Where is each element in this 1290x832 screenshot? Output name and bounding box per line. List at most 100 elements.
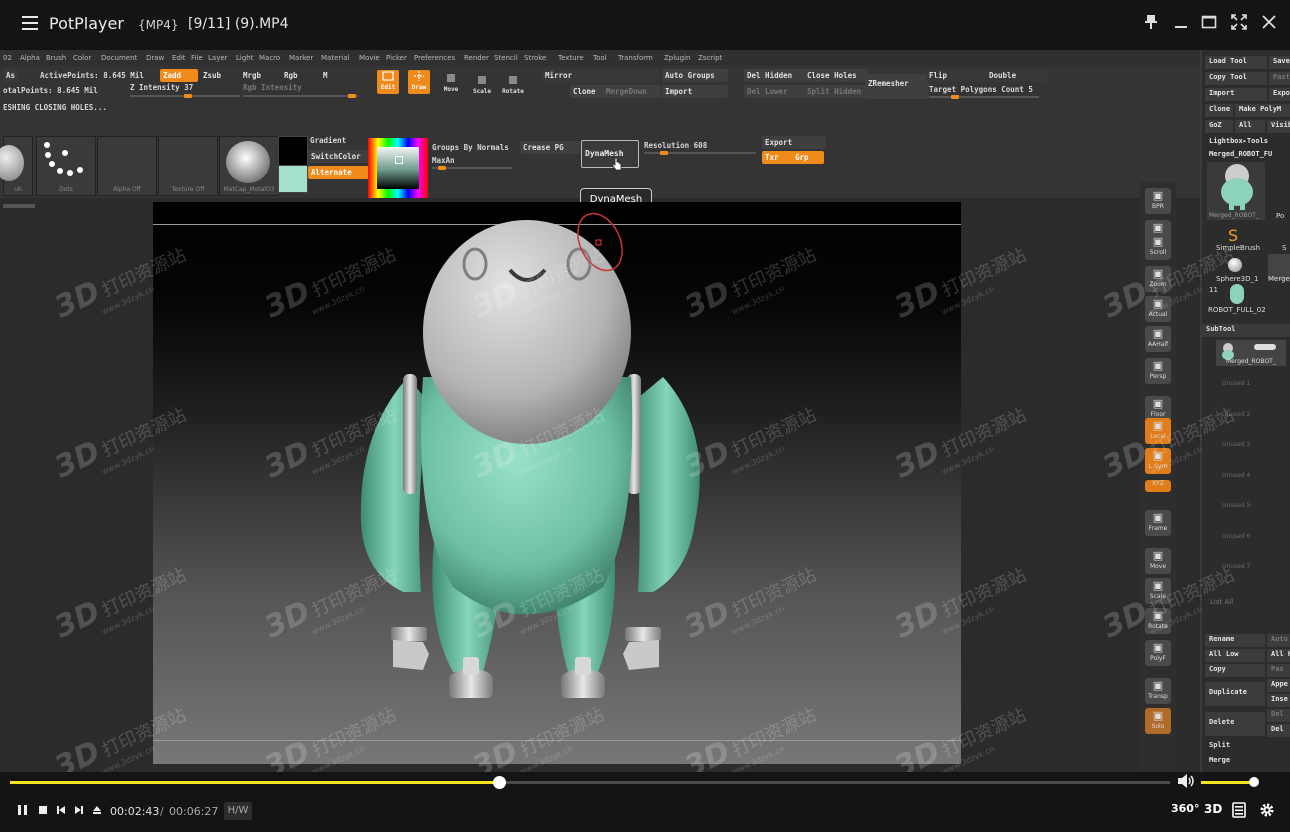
del-lower-button[interactable]: Del Lower (744, 85, 806, 98)
save-tool-button[interactable]: Save (1269, 56, 1290, 69)
playlist-icon[interactable] (1232, 802, 1246, 821)
move-mode-button[interactable]: Move (440, 72, 462, 96)
persp-button[interactable]: ▣ Persp (1145, 358, 1171, 384)
robot-tool-icon[interactable] (1230, 284, 1244, 304)
rename-button[interactable]: Rename (1205, 634, 1265, 647)
z-intensity-slider-label[interactable]: Z Intensity 37 (130, 83, 193, 92)
del-all-button[interactable]: Del (1267, 724, 1290, 737)
merge-section[interactable]: Merge (1205, 755, 1290, 768)
subtool-item-active[interactable]: Merged_ROBOT_ (1216, 340, 1286, 366)
split-section[interactable]: Split (1205, 740, 1290, 753)
subtool-visibility-toggle[interactable] (1254, 344, 1276, 350)
bpr-button[interactable]: ▣ BPR (1145, 188, 1171, 214)
zbrush-menu-item[interactable]: Transform (618, 54, 653, 62)
secondary-color-swatch[interactable] (278, 165, 308, 193)
all-low-button[interactable]: All Low (1205, 649, 1265, 662)
crease-pg-button[interactable]: Crease PG (520, 141, 580, 154)
flip-button[interactable]: Flip (926, 69, 988, 82)
rotate-mode-button[interactable]: Rotate (501, 74, 525, 98)
scroll-button[interactable]: ▣ Scroll (1145, 234, 1171, 260)
insert-button[interactable]: Inse (1267, 694, 1290, 707)
zremesher-button[interactable]: ZRemesher (865, 74, 929, 99)
delete-button[interactable]: Delete (1205, 712, 1265, 736)
lsym-button[interactable]: ▣ L.Sym (1145, 448, 1171, 474)
maxan-slider[interactable] (432, 166, 512, 170)
mrgb-button[interactable]: Mrgb (240, 69, 264, 82)
append-button[interactable]: Appe (1267, 679, 1290, 692)
rgb-intensity-slider[interactable] (243, 94, 358, 98)
paste-tool-button[interactable]: Past (1269, 72, 1290, 85)
mirror-button[interactable]: Mirror (542, 69, 660, 82)
stroke-thumbnail[interactable]: Dots (36, 136, 96, 196)
zbrush-menu-item[interactable]: Render (464, 54, 489, 62)
tool-clone-button[interactable]: Clone (1205, 104, 1233, 117)
volume-icon[interactable] (1177, 773, 1195, 793)
vr-360-button[interactable]: 360° (1171, 802, 1199, 815)
del-hidden-button[interactable]: Del Hidden (744, 69, 806, 82)
dynamesh-button[interactable]: DynaMesh (581, 140, 639, 168)
main-color-swatch[interactable] (278, 136, 308, 166)
zbrush-menu-item[interactable]: Marker (289, 54, 313, 62)
zbrush-menu-item[interactable]: Texture (558, 54, 584, 62)
auto-groups-button[interactable]: Auto Groups (662, 69, 728, 82)
double-button[interactable]: Double (986, 69, 1048, 82)
zbrush-menu-item[interactable]: Brush (46, 54, 66, 62)
zbrush-canvas[interactable] (153, 202, 961, 764)
tool-thumbnail-merged[interactable]: Merged_ROBOT_ (1207, 162, 1265, 220)
duplicate-button[interactable]: Duplicate (1205, 682, 1265, 706)
clone-button[interactable]: Clone (570, 85, 606, 98)
goz-visible-button[interactable]: Visib (1267, 120, 1290, 133)
xyz-button[interactable]: ▣XYZ (1145, 480, 1171, 492)
target-polygons-slider[interactable] (929, 95, 1039, 99)
goz-button[interactable]: GoZ (1205, 120, 1233, 133)
zbrush-menu-item[interactable]: Edit (172, 54, 186, 62)
maxan-label[interactable]: MaxAn (432, 156, 455, 165)
next-icon[interactable] (74, 804, 84, 819)
zbrush-menu-item[interactable]: Material (321, 54, 349, 62)
alternate-button[interactable]: Alternate (308, 166, 372, 179)
resolution-label[interactable]: Resolution 608 (644, 141, 707, 150)
scale-button[interactable]: ▣ Scale (1145, 578, 1171, 604)
local-button[interactable]: ▣ Local (1145, 418, 1171, 444)
zbrush-menu-item[interactable]: Tool (593, 54, 607, 62)
seek-bar[interactable] (10, 776, 1170, 789)
rgb-button[interactable]: Rgb (281, 69, 301, 82)
subtool-header[interactable]: SubTool (1202, 324, 1290, 337)
resolution-slider[interactable] (644, 151, 756, 155)
pin-icon[interactable] (1142, 14, 1160, 32)
zbrush-menu-item[interactable]: Zplugin (664, 54, 690, 62)
import-button[interactable]: Import (662, 85, 728, 98)
zoom-button[interactable]: ▣ Zoom (1145, 266, 1171, 292)
zbrush-menu-item[interactable]: Movie (359, 54, 380, 62)
fullscreen-icon[interactable] (1230, 14, 1248, 32)
auto-reorder-button[interactable]: Auto (1267, 634, 1290, 647)
make-polymesh-button[interactable]: Make PolyM (1235, 104, 1290, 117)
material-thumbnail[interactable]: MatCap_MetalO3 (219, 136, 279, 196)
target-polygons-label[interactable]: Target Polygons Count 5 (929, 85, 1033, 94)
merge-down-button[interactable]: MergeDown (603, 85, 661, 98)
export-button[interactable]: Export (762, 136, 826, 149)
zbrush-menu-item[interactable]: Light (236, 54, 253, 62)
aahalf-button[interactable]: ▣ AAHalf (1145, 326, 1171, 352)
polyf-button[interactable]: ▣ PolyF (1145, 640, 1171, 666)
frame-button[interactable]: ▣ Frame (1145, 510, 1171, 536)
settings-gear-icon[interactable] (1259, 802, 1275, 821)
zbrush-menu-item[interactable]: Document (101, 54, 137, 62)
gradient-label[interactable]: Gradient (310, 136, 346, 145)
zadd-button[interactable]: Zadd (160, 69, 198, 82)
sphere3d-icon[interactable] (1228, 258, 1242, 272)
zbrush-menu-item[interactable]: File (191, 54, 203, 62)
m-button[interactable]: M (320, 69, 331, 82)
pause-icon[interactable] (17, 804, 29, 819)
zbrush-menu-item[interactable]: Picker (386, 54, 407, 62)
texture-thumbnail[interactable]: Texture Off (158, 136, 218, 196)
zbrush-menu-item[interactable]: Stencil (494, 54, 518, 62)
volume-handle[interactable] (1249, 777, 1260, 787)
alpha-thumbnail[interactable]: Alpha Off (97, 136, 157, 196)
maximize-icon[interactable] (1200, 14, 1218, 32)
stop-icon[interactable] (38, 804, 48, 819)
split-hidden-button[interactable]: Split Hidden (804, 85, 868, 98)
3d-mode-button[interactable]: 3D (1204, 802, 1222, 816)
scale-mode-button[interactable]: Scale (471, 74, 493, 98)
shelf-scrollbar[interactable] (3, 204, 35, 208)
